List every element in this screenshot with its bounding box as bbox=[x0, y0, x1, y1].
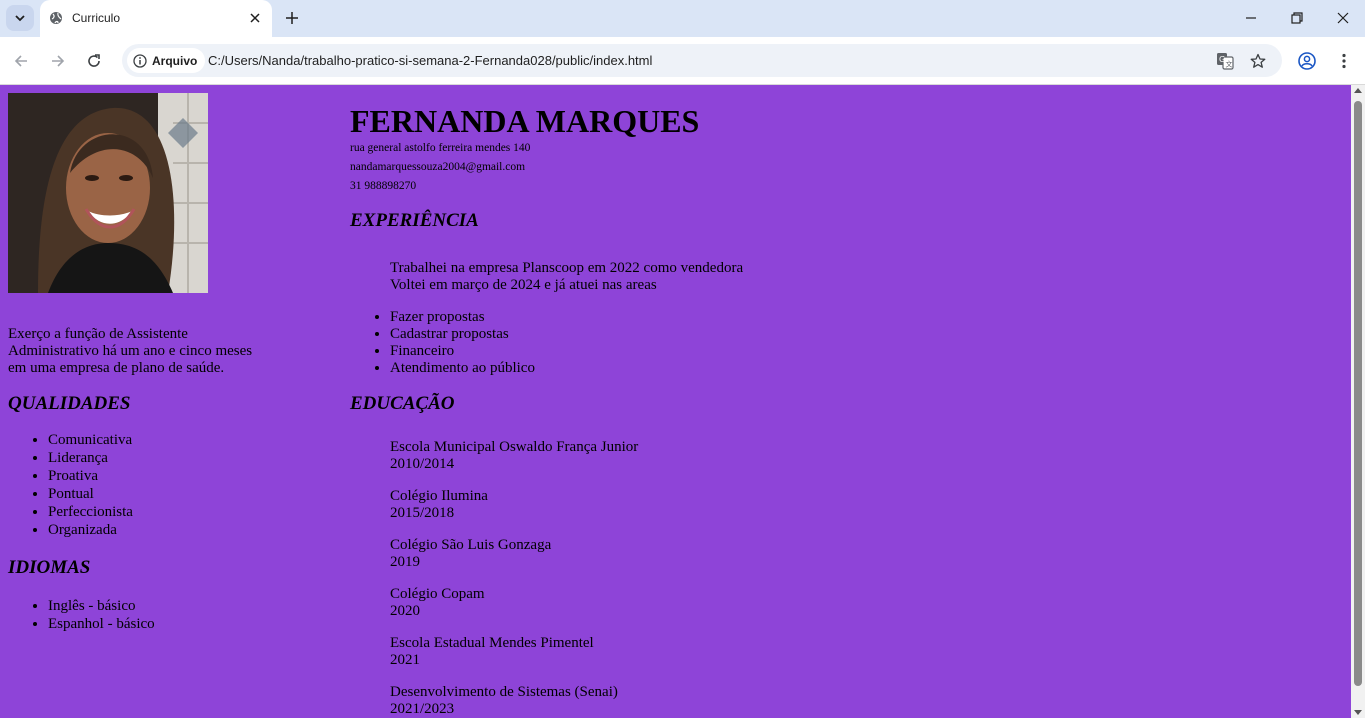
close-window-button[interactable] bbox=[1332, 8, 1354, 28]
back-button[interactable] bbox=[10, 50, 32, 72]
plus-icon bbox=[286, 12, 298, 24]
tab-close-button[interactable] bbox=[246, 9, 264, 27]
menu-button[interactable] bbox=[1333, 50, 1355, 72]
profile-button[interactable] bbox=[1296, 50, 1318, 72]
account-icon bbox=[1298, 52, 1316, 70]
svg-text:G: G bbox=[1219, 55, 1225, 64]
tab-title: Curriculo bbox=[72, 11, 121, 25]
translate-button[interactable]: G文 bbox=[1214, 50, 1236, 72]
education-entry: Escola Estadual Mendes Pimentel 2021 bbox=[350, 635, 1050, 669]
restore-icon bbox=[1291, 12, 1303, 24]
list-item: Organizada bbox=[48, 521, 308, 539]
profile-photo-image bbox=[8, 93, 208, 293]
email-text: nandamarquessouza2004@gmail.com bbox=[350, 161, 526, 173]
more-vert-icon bbox=[1342, 53, 1346, 69]
list-item: Comunicativa bbox=[48, 431, 308, 449]
close-icon bbox=[250, 13, 260, 23]
left-column: Exerço a função de Assistente Administra… bbox=[8, 326, 308, 633]
school-years: 2020 bbox=[390, 603, 420, 619]
school-name: Escola Municipal Oswaldo França Junior bbox=[390, 439, 639, 455]
scroll-down-arrow[interactable] bbox=[1354, 710, 1362, 715]
vertical-scrollbar[interactable] bbox=[1351, 85, 1365, 718]
person-name: FERNANDA MARQUES bbox=[350, 103, 700, 139]
list-item: Proativa bbox=[48, 467, 308, 485]
minimize-icon bbox=[1246, 17, 1256, 19]
education-entry: Colégio São Luis Gonzaga 2019 bbox=[350, 537, 1050, 571]
experience-line-2: Voltei em março de 2024 e já atuei nas a… bbox=[390, 277, 657, 293]
qualities-list: Comunicativa Liderança Proativa Pontual … bbox=[8, 431, 308, 539]
school-name: Colégio Copam bbox=[390, 586, 485, 602]
list-item: Liderança bbox=[48, 449, 308, 467]
school-years: 2015/2018 bbox=[390, 505, 455, 521]
education-entry: Colégio Copam 2020 bbox=[350, 586, 1050, 620]
education-entry: Colégio Ilumina 2015/2018 bbox=[350, 488, 1050, 522]
list-item: Fazer propostas bbox=[390, 309, 1050, 326]
new-tab-button[interactable] bbox=[282, 8, 302, 28]
url-text[interactable]: C:/Users/Nanda/trabalho-pratico-si-seman… bbox=[208, 53, 652, 68]
globe-icon bbox=[50, 12, 62, 24]
school-name: Colégio São Luis Gonzaga bbox=[390, 537, 552, 553]
summary-text: Exerço a função de Assistente Administra… bbox=[8, 326, 253, 376]
experience-line-1: Trabalhei na empresa Planscoop em 2022 c… bbox=[390, 260, 744, 276]
tab-search-button[interactable] bbox=[6, 5, 34, 31]
chevron-down-icon bbox=[15, 15, 25, 22]
translate-icon: G文 bbox=[1217, 53, 1234, 70]
phone-text: 31 988898270 bbox=[350, 180, 417, 192]
list-item: Espanhol - básico bbox=[48, 615, 308, 633]
qualities-heading: QUALIDADES bbox=[8, 393, 131, 414]
page-content: Exerço a função de Assistente Administra… bbox=[0, 85, 1351, 718]
school-years: 2021/2023 bbox=[390, 701, 455, 717]
education-entry: Desenvolvimento de Sistemas (Senai) 2021… bbox=[350, 684, 1050, 718]
forward-button[interactable] bbox=[47, 50, 69, 72]
list-item: Atendimento ao público bbox=[390, 360, 1050, 377]
restore-button[interactable] bbox=[1286, 8, 1308, 28]
experience-areas-list: Fazer propostas Cadastrar propostas Fina… bbox=[350, 309, 1050, 377]
arrow-left-icon bbox=[14, 55, 27, 67]
info-icon bbox=[133, 53, 147, 68]
education-entry: Escola Municipal Oswaldo França Junior 2… bbox=[350, 439, 1050, 473]
list-item: Cadastrar propostas bbox=[390, 326, 1050, 343]
scroll-up-arrow[interactable] bbox=[1354, 88, 1362, 93]
languages-heading: IDIOMAS bbox=[8, 557, 91, 578]
list-item: Inglês - básico bbox=[48, 597, 308, 615]
school-years: 2019 bbox=[390, 554, 420, 570]
right-column: FERNANDA MARQUES rua general astolfo fer… bbox=[350, 103, 1050, 718]
list-item: Pontual bbox=[48, 485, 308, 503]
tab-strip: Curriculo bbox=[0, 0, 1365, 37]
reload-button[interactable] bbox=[83, 50, 105, 72]
languages-list: Inglês - básico Espanhol - básico bbox=[8, 597, 308, 633]
experience-heading: EXPERIÊNCIA bbox=[350, 210, 479, 231]
address-text: rua general astolfo ferreira mendes 140 bbox=[350, 142, 531, 154]
minimize-button[interactable] bbox=[1240, 8, 1262, 28]
site-info-label: Arquivo bbox=[152, 53, 198, 68]
arrow-right-icon bbox=[52, 55, 65, 67]
school-name: Colégio Ilumina bbox=[390, 488, 488, 504]
bookmark-button[interactable] bbox=[1247, 50, 1269, 72]
school-name: Escola Estadual Mendes Pimentel bbox=[390, 635, 594, 651]
profile-photo bbox=[8, 93, 208, 293]
svg-text:文: 文 bbox=[1226, 60, 1233, 69]
tab-curriculo[interactable]: Curriculo bbox=[40, 0, 272, 37]
scroll-thumb[interactable] bbox=[1354, 101, 1362, 686]
star-icon bbox=[1250, 53, 1266, 68]
browser-toolbar: Arquivo C:/Users/Nanda/trabalho-pratico-… bbox=[0, 37, 1365, 85]
list-item: Financeiro bbox=[390, 343, 1050, 360]
address-bar[interactable]: Arquivo C:/Users/Nanda/trabalho-pratico-… bbox=[122, 44, 1282, 77]
school-years: 2010/2014 bbox=[390, 456, 455, 472]
school-years: 2021 bbox=[390, 652, 420, 668]
list-item: Perfeccionista bbox=[48, 503, 308, 521]
site-info-chip[interactable]: Arquivo bbox=[127, 48, 206, 73]
school-name: Desenvolvimento de Sistemas (Senai) bbox=[390, 684, 618, 700]
education-heading: EDUCAÇÃO bbox=[350, 393, 455, 414]
reload-icon bbox=[88, 54, 100, 67]
close-icon bbox=[1337, 12, 1349, 24]
